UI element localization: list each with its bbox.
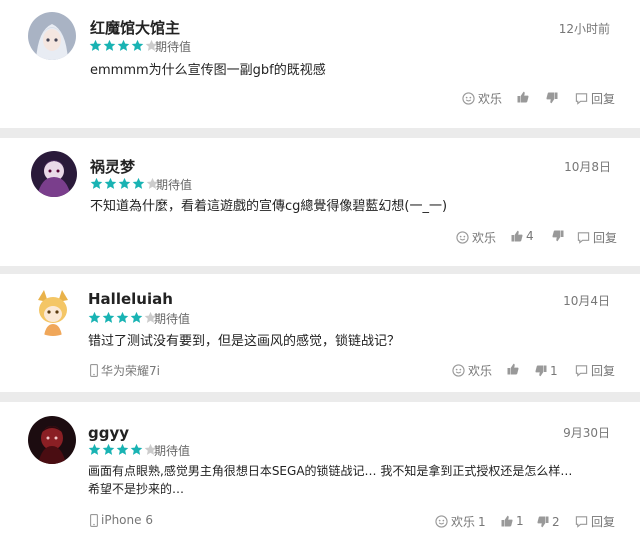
- reply-button[interactable]: 回复: [575, 513, 615, 530]
- phone-icon: [90, 364, 98, 377]
- thumbs-down-count: 1: [550, 364, 558, 378]
- thumbs-up-icon: [517, 91, 529, 103]
- username[interactable]: ggyy: [88, 424, 129, 442]
- reply-icon: [575, 93, 588, 105]
- rating-stars: [88, 443, 157, 456]
- status-label: 期待值: [156, 178, 193, 192]
- thumbs-up-count: 1: [516, 514, 524, 528]
- rating-stars: [88, 311, 157, 324]
- like-button[interactable]: 欢乐 1: [435, 513, 486, 530]
- reply-icon: [575, 516, 588, 528]
- like-button[interactable]: 欢乐: [452, 362, 492, 379]
- thumbs-down-button[interactable]: 2: [537, 515, 560, 529]
- star-filled-icon: [88, 311, 101, 323]
- smile-icon: [452, 364, 465, 377]
- reply-label: 回复: [591, 92, 616, 106]
- star-filled-icon: [90, 177, 103, 189]
- device-name: iPhone 6: [101, 513, 153, 527]
- smile-icon: [435, 515, 448, 528]
- reply-label: 回复: [591, 364, 616, 378]
- comment-text: 错过了测试没有要到，但是这画风的感觉，锁链战记？: [88, 334, 401, 349]
- star-filled-icon: [130, 443, 143, 455]
- reply-button[interactable]: 回复: [575, 362, 615, 379]
- device-info: 华为荣耀7i: [90, 362, 160, 379]
- comment-text: emmmm为什么宣传图一副gbf的既视感: [90, 63, 326, 78]
- star-filled-icon: [116, 443, 129, 455]
- avatar[interactable]: [28, 286, 78, 336]
- reply-label: 回复: [591, 515, 616, 529]
- smile-icon: [462, 92, 475, 105]
- timestamp: 10月4日: [563, 294, 610, 308]
- status-label: 期待值: [155, 40, 192, 54]
- rating-stars: [89, 39, 158, 52]
- thumbs-up-button[interactable]: 1: [501, 514, 524, 528]
- star-filled-icon: [104, 177, 117, 189]
- thumbs-up-button[interactable]: [517, 91, 529, 103]
- comment-text-line: 画面有点眼熟,感觉男主角很想日本SEGA的锁链战记… 我不知是拿到正式授权还是怎…: [88, 464, 573, 478]
- star-filled-icon: [118, 177, 131, 189]
- thumbs-down-button[interactable]: [552, 230, 564, 242]
- comment-card: 祸灵梦 期待值 10月8日 不知道為什麼，看着這遊戲的宣傳cg總覺得像碧藍幻想(…: [0, 138, 640, 266]
- like-button[interactable]: 欢乐: [456, 229, 496, 246]
- thumbs-up-count: 4: [526, 229, 534, 243]
- thumbs-down-button[interactable]: [546, 92, 558, 104]
- phone-icon: [90, 513, 98, 527]
- like-label: 欢乐: [472, 231, 497, 245]
- star-filled-icon: [132, 177, 145, 189]
- star-filled-icon: [102, 443, 115, 455]
- thumbs-up-icon: [511, 230, 523, 242]
- timestamp: 10月8日: [564, 160, 611, 174]
- username[interactable]: 红魔馆大馆主: [90, 17, 180, 38]
- thumbs-up-icon: [507, 363, 519, 375]
- star-filled-icon: [117, 39, 130, 51]
- reply-icon: [577, 232, 590, 244]
- reply-button[interactable]: 回复: [577, 229, 617, 246]
- device-name: 华为荣耀7i: [101, 364, 160, 378]
- thumbs-down-icon: [552, 230, 564, 242]
- status-label: 期待值: [154, 312, 191, 326]
- thumbs-down-icon: [535, 365, 547, 377]
- reply-label: 回复: [593, 231, 618, 245]
- thumbs-down-count: 2: [552, 515, 560, 529]
- timestamp: 12小时前: [558, 22, 610, 36]
- comment-text: 不知道為什麼，看着這遊戲的宣傳cg總覺得像碧藍幻想(一_一): [90, 199, 448, 214]
- thumbs-up-button[interactable]: 4: [511, 229, 534, 243]
- star-filled-icon: [102, 311, 115, 323]
- comment-card: 红魔馆大馆主 期待值 12小时前 emmmm为什么宣传图一副gbf的既视感 欢乐…: [0, 0, 640, 128]
- comment-text-line: 希望不是抄来的…: [88, 482, 185, 496]
- star-filled-icon: [88, 443, 101, 455]
- reply-icon: [575, 365, 588, 377]
- like-count: 1: [478, 514, 486, 529]
- avatar[interactable]: [31, 151, 77, 197]
- star-filled-icon: [89, 39, 102, 51]
- avatar[interactable]: [28, 12, 76, 60]
- like-label: 欢乐: [478, 92, 503, 106]
- star-filled-icon: [116, 311, 129, 323]
- comment-card: Halleluiah 期待值 10月4日 错过了测试没有要到，但是这画风的感觉，…: [0, 274, 640, 392]
- username[interactable]: Halleluiah: [88, 290, 173, 308]
- thumbs-down-icon: [537, 516, 549, 528]
- like-label: 欢乐: [468, 364, 493, 378]
- thumbs-up-button[interactable]: [507, 363, 519, 375]
- comment-card: ggyy 期待值 9月30日 画面有点眼熟,感觉男主角很想日本SEGA的锁链战记…: [0, 402, 640, 537]
- timestamp: 9月30日: [563, 426, 610, 440]
- star-filled-icon: [130, 311, 143, 323]
- thumbs-up-icon: [501, 515, 513, 527]
- star-filled-icon: [131, 39, 144, 51]
- smile-icon: [456, 231, 469, 244]
- thumbs-down-button[interactable]: 1: [535, 364, 558, 378]
- device-info: iPhone 6: [90, 513, 153, 527]
- thumbs-down-icon: [546, 92, 558, 104]
- avatar[interactable]: [28, 416, 76, 464]
- like-button[interactable]: 欢乐: [462, 90, 502, 107]
- rating-stars: [90, 177, 159, 190]
- reply-button[interactable]: 回复: [575, 90, 615, 107]
- status-label: 期待值: [154, 444, 191, 458]
- username[interactable]: 祸灵梦: [90, 156, 135, 177]
- comment-text: 画面有点眼熟,感觉男主角很想日本SEGA的锁链战记… 我不知是拿到正式授权还是怎…: [88, 462, 572, 498]
- star-filled-icon: [103, 39, 116, 51]
- like-label: 欢乐: [451, 515, 476, 529]
